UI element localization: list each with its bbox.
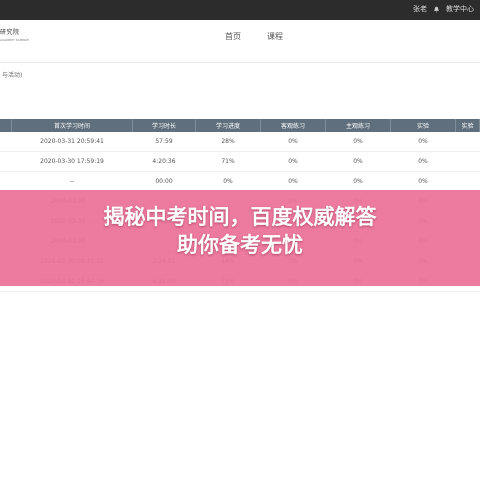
table-cell: 00:00: [132, 171, 196, 192]
table-cell: 2020-03-30 17:59:19: [11, 151, 133, 172]
col-progress[interactable]: 学习进度: [195, 119, 261, 132]
col-first-study-time[interactable]: 首次学习时间: [11, 119, 133, 132]
table-row[interactable]: -- 00:00 0% 0% 0% 0%: [0, 171, 480, 192]
user-name[interactable]: 张老: [413, 4, 427, 14]
col-lab[interactable]: 实验: [390, 119, 456, 132]
site-header: 研究院 ACADEMY SCIENCE 首页 课程: [0, 20, 480, 52]
logo[interactable]: 研究院 ACADEMY SCIENCE: [0, 27, 32, 45]
nav-courses[interactable]: 课程: [267, 31, 283, 42]
table-cell: 0%: [390, 132, 456, 152]
banner-line-2: 助你备考无忧: [177, 233, 303, 257]
table-cell: 71%: [195, 151, 261, 172]
bell-icon[interactable]: [433, 6, 440, 13]
table-header-row: 首次学习时间 学习时长 学习进度 客观练习 主观练习 实验 实验: [0, 119, 480, 132]
table-cell: 0%: [325, 132, 391, 152]
col-subjective-practice[interactable]: 主观练习: [325, 119, 391, 132]
table-cell: [455, 171, 480, 192]
col-objective-practice[interactable]: 客观练习: [260, 119, 326, 132]
table-cell: 0%: [325, 171, 391, 192]
table-cell: [455, 151, 480, 172]
user-menu[interactable]: 张老 教学中心: [413, 4, 474, 14]
table-cell: 0%: [325, 151, 391, 172]
col-study-duration[interactable]: 学习时长: [132, 119, 196, 132]
logo-name: 研究院: [0, 29, 20, 36]
top-bar: 张老 教学中心: [0, 0, 480, 20]
table-header-cell-lead: [0, 119, 12, 132]
table-cell: 0%: [195, 171, 261, 192]
table-cell: [455, 132, 480, 152]
table-cell: 2020-03-31 20:59:41: [11, 132, 133, 152]
table-cell: 0%: [390, 151, 456, 172]
table-cell-lead: [0, 151, 12, 172]
table-cell: 28%: [195, 132, 261, 152]
table-cell: --: [11, 171, 133, 192]
table-cell: 0%: [260, 171, 326, 192]
banner-line-1: 揭秘中考时间，百度权威解答: [103, 205, 377, 229]
table-cell: 57:59: [132, 132, 196, 152]
role-label[interactable]: 教学中心: [446, 4, 474, 14]
table-cell: 4:20:36: [132, 151, 196, 172]
table-row[interactable]: 2020-03-30 17:59:19 4:20:36 71% 0% 0% 0%: [0, 151, 480, 172]
logo-sub: ACADEMY SCIENCE: [0, 38, 29, 42]
table-cell: 0%: [260, 151, 326, 172]
table-cell-lead: [0, 132, 12, 152]
promo-banner-text: 揭秘中考时间，百度权威解答 助你备考无忧: [0, 203, 480, 259]
main-nav: 首页 课程: [225, 31, 283, 42]
table-cell: 0%: [260, 132, 326, 152]
breadcrumb: 与活动): [2, 72, 23, 79]
header-divider: [0, 62, 480, 63]
col-lab-2[interactable]: 实验: [455, 119, 480, 132]
nav-home[interactable]: 首页: [225, 31, 241, 42]
table-cell: 0%: [390, 171, 456, 192]
table-row[interactable]: 2020-03-31 20:59:41 57:59 28% 0% 0% 0%: [0, 132, 480, 152]
table-cell-lead: [0, 171, 12, 192]
